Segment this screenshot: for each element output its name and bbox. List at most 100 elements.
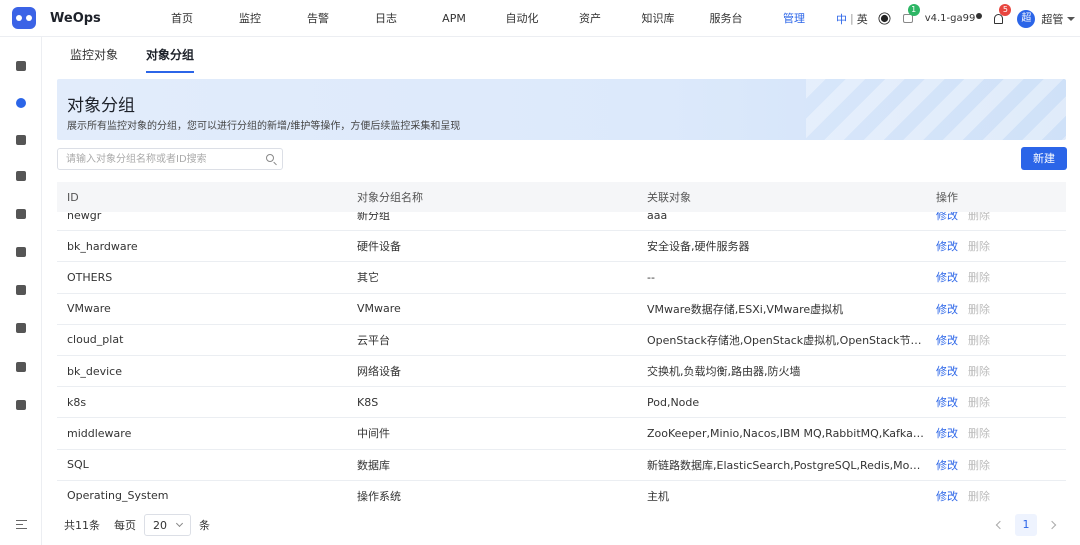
- cell-actions: 修改 删除: [926, 238, 1066, 254]
- lang-separator: |: [850, 12, 854, 25]
- cell-id: bk_device: [67, 364, 122, 378]
- group-table: ID 对象分组名称 关联对象 操作 newgr 新分组 aaa 修改 删除 bk_hard…: [57, 182, 1066, 508]
- edit-link[interactable]: 修改: [936, 425, 958, 441]
- page-size-select[interactable]: 20: [144, 514, 191, 536]
- page-size-value: 20: [153, 518, 167, 532]
- cell-actions: 修改 删除: [926, 394, 1066, 410]
- cell-id: middleware: [67, 426, 132, 440]
- edit-link[interactable]: 修改: [936, 457, 958, 473]
- delete-link: 删除: [968, 396, 990, 410]
- new-group-button[interactable]: 新建: [1021, 147, 1067, 170]
- document-icon[interactable]: [16, 171, 26, 181]
- delete-link: 删除: [968, 240, 990, 254]
- monitor-icon[interactable]: [16, 98, 26, 108]
- page-description: 展示所有监控对象的分组，您可以进行分组的新增/维护等操作，方便后续监控采集和呈现: [67, 121, 461, 132]
- edit-link[interactable]: 修改: [936, 394, 958, 410]
- cell-name: 网络设备: [357, 365, 401, 379]
- cell-name: 云平台: [357, 333, 390, 347]
- nav-item-0[interactable]: 首页: [148, 0, 216, 37]
- nav-item-1[interactable]: 监控: [216, 0, 284, 37]
- page-number-current[interactable]: 1: [1015, 514, 1037, 536]
- cell-id: newgr: [67, 212, 102, 222]
- cell-name: VMware: [357, 302, 401, 316]
- version-label[interactable]: v4.1-ga99: [925, 13, 983, 24]
- book-icon[interactable]: [16, 323, 26, 333]
- cell-objects: ZooKeeper,Minio,Nacos,IBM MQ,RabbitMQ,Ka…: [647, 426, 926, 440]
- nav-item-6[interactable]: 资产: [556, 0, 624, 37]
- weops-logo-icon: [12, 7, 36, 29]
- user-menu-chevron-down-icon[interactable]: [1067, 16, 1076, 21]
- table-row: bk_hardware 硬件设备 安全设备,硬件服务器 修改 删除: [57, 231, 1066, 263]
- tab-0[interactable]: 监控对象: [70, 37, 118, 73]
- cell-objects: OpenStack存储池,OpenStack虚拟机,OpenStack节点,CV…: [647, 333, 926, 347]
- cell-actions: 修改 删除: [926, 488, 1066, 504]
- edit-link[interactable]: 修改: [936, 269, 958, 285]
- edit-link[interactable]: 修改: [936, 332, 958, 348]
- nav-item-5[interactable]: 自动化: [488, 0, 556, 37]
- tab-1[interactable]: 对象分组: [146, 37, 195, 73]
- table-row: VMware VMware VMware数据存储,ESXi,VMware虚拟机 修改删…: [57, 293, 1066, 325]
- nav-item-7[interactable]: 知识库: [624, 0, 692, 37]
- search-input[interactable]: [58, 149, 254, 169]
- theme-toggle-icon[interactable]: [880, 14, 888, 23]
- main-content: 监控对象 对象分组 对象分组 展示所有监控对象的分组，您可以进行分组的新增/维护等…: [42, 37, 1080, 545]
- user-name[interactable]: 超管: [1041, 11, 1063, 27]
- edit-link[interactable]: 修改: [936, 212, 958, 223]
- cell-actions: 修改 删除: [926, 425, 1066, 441]
- briefcase-icon[interactable]: [16, 247, 26, 257]
- cell-actions: 修改 删除: [926, 332, 1066, 348]
- top-bar: WeOps 首页 监控 告警 日志 APM 自动化 资产 知识库 服务台 管理 中 | 英 1 v…: [0, 0, 1080, 37]
- nav-item-4[interactable]: APM: [420, 0, 488, 37]
- table-row: cloud_plat 云平台 OpenStack存储池,OpenStack虚拟机,O…: [57, 324, 1066, 356]
- cell-name: 中间件: [357, 427, 390, 441]
- table-row: newgr 新分组 aaa 修改 删除: [57, 212, 1066, 232]
- cell-id: Operating_System: [67, 489, 169, 503]
- collapse-sidebar-icon[interactable]: [16, 520, 27, 529]
- nav-item-8[interactable]: 服务台: [692, 0, 760, 37]
- lang-en-button[interactable]: 英: [857, 11, 868, 27]
- edit-link[interactable]: 修改: [936, 238, 958, 254]
- cell-objects: VMware数据存储,ESXi,VMware虚拟机: [647, 302, 844, 316]
- gauge-icon[interactable]: [16, 209, 26, 219]
- logo-text: WeOps: [50, 10, 101, 26]
- cell-objects: 新链路数据库,ElasticSearch,PostgreSQL,Redis,Mo…: [647, 458, 926, 472]
- delete-link: 删除: [968, 365, 990, 379]
- cell-name: 其它: [357, 271, 379, 285]
- table-body: newgr 新分组 aaa 修改 删除 bk_hardware 硬件设备 安全设备,硬件服务器…: [57, 212, 1066, 508]
- cell-name: 操作系统: [357, 489, 401, 503]
- cell-id: k8s: [67, 395, 87, 409]
- avatar[interactable]: 超: [1017, 9, 1036, 28]
- page-title: 对象分组: [67, 96, 135, 116]
- nav-item-3[interactable]: 日志: [352, 0, 420, 37]
- help-icon: [976, 13, 983, 19]
- chart-icon[interactable]: [16, 135, 26, 145]
- nav-item-2[interactable]: 告警: [284, 0, 352, 37]
- lang-zh-button[interactable]: 中: [836, 11, 847, 27]
- logo[interactable]: WeOps: [0, 7, 148, 29]
- clipboard-icon[interactable]: [16, 362, 26, 372]
- delete-link: 删除: [968, 333, 990, 347]
- edit-link[interactable]: 修改: [936, 488, 958, 504]
- cluster-icon[interactable]: [16, 61, 26, 71]
- cell-id: bk_hardware: [67, 239, 138, 253]
- search-box: [57, 148, 283, 170]
- cell-id: OTHERS: [67, 270, 113, 284]
- cell-objects: 交换机,负载均衡,路由器,防火墙: [647, 365, 801, 379]
- search-icon[interactable]: [266, 154, 274, 162]
- banner-decoration: [806, 79, 1066, 140]
- settings-icon[interactable]: [16, 400, 26, 410]
- pager: 1: [995, 514, 1057, 536]
- edit-link[interactable]: 修改: [936, 363, 958, 379]
- bell-icon[interactable]: 5: [994, 3, 1012, 24]
- message-icon[interactable]: 1: [902, 4, 920, 23]
- cell-name: 数据库: [357, 458, 390, 472]
- column-header-name: 对象分组名称: [357, 191, 423, 204]
- table-row: SQL 数据库 新链路数据库,ElasticSearch,PostgreSQL,Re…: [57, 449, 1066, 481]
- nav-item-9[interactable]: 管理: [760, 0, 828, 37]
- next-page-icon[interactable]: [1047, 520, 1057, 530]
- prev-page-icon[interactable]: [995, 520, 1005, 530]
- table-body-viewport[interactable]: newgr 新分组 aaa 修改 删除 bk_hardware 硬件设备 安全设备,硬件服务器…: [57, 212, 1066, 508]
- edit-link[interactable]: 修改: [936, 301, 958, 317]
- page-size-unit: 条: [199, 519, 210, 532]
- layers-icon[interactable]: [16, 285, 26, 295]
